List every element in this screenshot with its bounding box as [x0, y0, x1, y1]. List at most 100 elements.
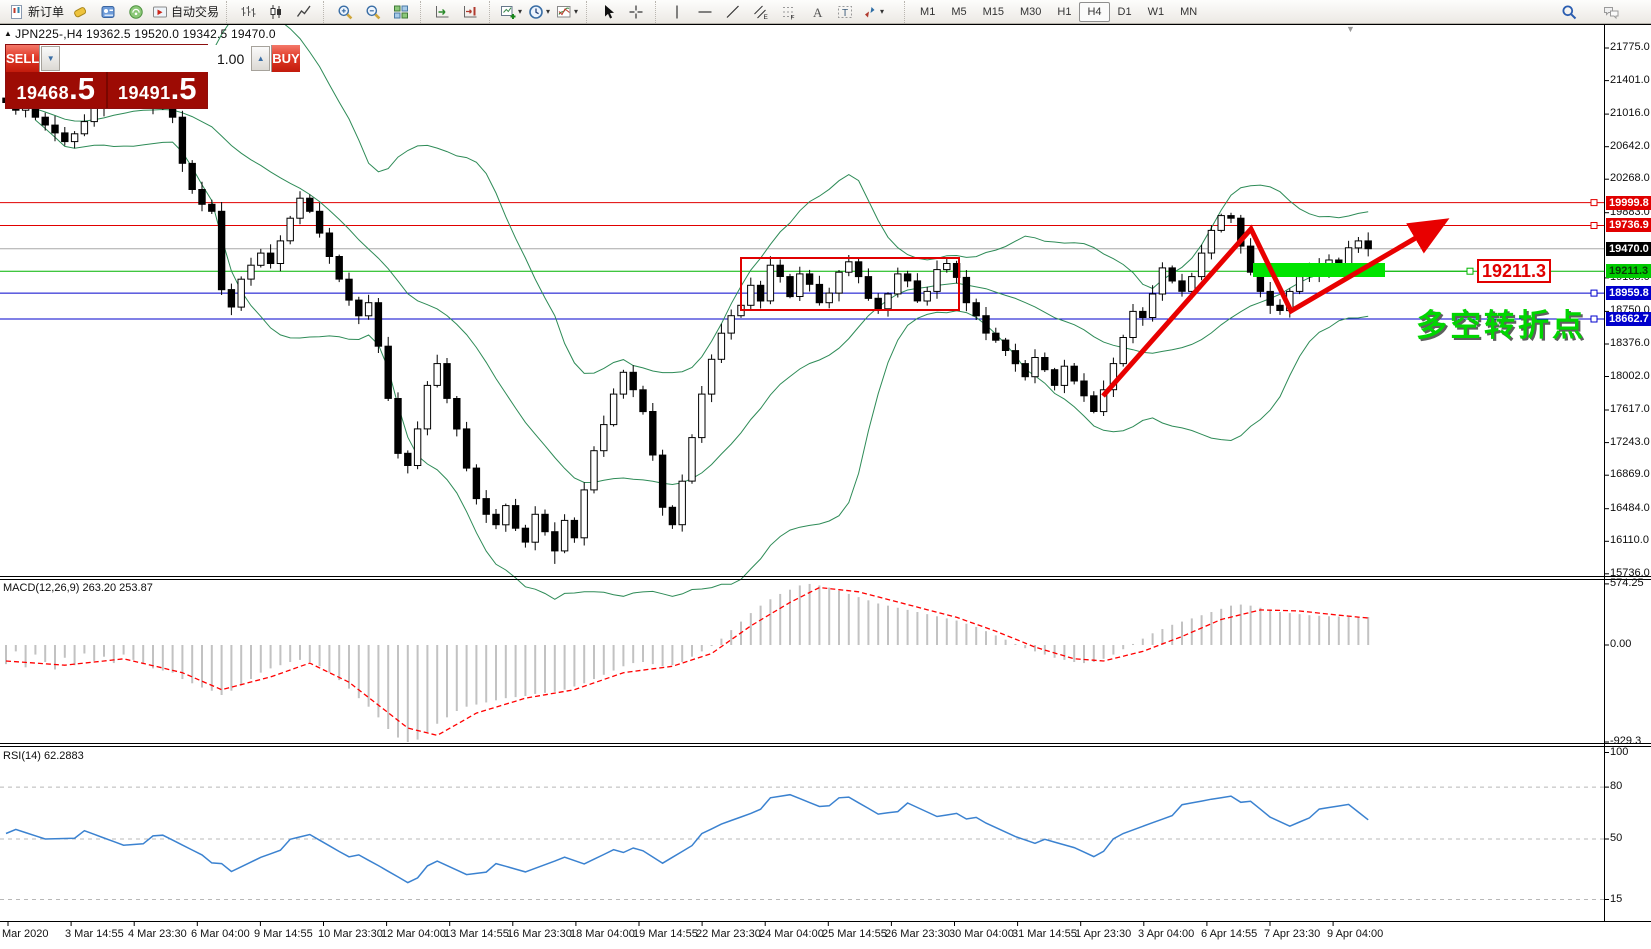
svg-text:A: A: [813, 5, 823, 20]
indicators-icon: [557, 5, 571, 17]
timeframe-D1[interactable]: D1: [1110, 2, 1140, 22]
svg-text:F: F: [791, 14, 795, 20]
axis-tick-label: 21775.0: [1610, 41, 1650, 53]
bar-chart-button[interactable]: [234, 2, 262, 22]
axis-tick-label: 21401.0: [1610, 74, 1650, 86]
zoom-out-button[interactable]: [359, 2, 387, 22]
time-axis-label: 22 Mar 23:30: [696, 928, 761, 940]
time-axis-label: 31 Mar 14:55: [1012, 928, 1077, 940]
autotrading-button[interactable]: 自动交易: [150, 2, 221, 22]
new-chart-button[interactable]: ▾: [497, 2, 525, 22]
axis-tick-label: 16484.0: [1610, 502, 1650, 514]
time-axis-label: Mar 2020: [2, 928, 49, 940]
search-button[interactable]: [1555, 2, 1583, 22]
svg-text:E: E: [764, 14, 769, 20]
new-order-icon: [11, 4, 22, 19]
dropdown-arrow-icon[interactable]: ▾: [574, 7, 578, 16]
axis-tick-label: 50: [1610, 832, 1623, 844]
axis-tick-label: 100: [1610, 746, 1629, 758]
fibonacci-button[interactable]: F: [775, 2, 803, 22]
volume-input[interactable]: [61, 45, 251, 72]
trendline-button[interactable]: [719, 2, 747, 22]
sell-price[interactable]: 19468.5: [6, 72, 108, 108]
market-button[interactable]: [94, 2, 122, 22]
line-handle[interactable]: [1466, 267, 1474, 275]
toolbar-group-4: ▾ ▾ ▾: [489, 0, 584, 23]
gold-seal-button[interactable]: [66, 2, 94, 22]
axis-tick-label: 18002.0: [1610, 370, 1650, 382]
volume-increase-button[interactable]: ▲: [251, 46, 271, 71]
timeframe-W1[interactable]: W1: [1140, 2, 1173, 22]
line-handle[interactable]: [1590, 289, 1598, 297]
chart-shift-button[interactable]: [456, 2, 484, 22]
fibonacci-icon: F: [783, 6, 795, 20]
search-icon: [1562, 5, 1577, 19]
buy-price[interactable]: 19491.5: [108, 72, 208, 108]
line-chart-button[interactable]: [290, 2, 318, 22]
cn-annotation-text[interactable]: 多空转折点: [1416, 300, 1586, 345]
volume-stepper: ▼ ▲: [40, 45, 272, 72]
volume-decrease-button[interactable]: ▼: [41, 46, 61, 71]
time-axis-label: 24 Mar 04:00: [759, 928, 824, 940]
time-axis-label: 19 Mar 14:55: [633, 928, 698, 940]
sell-button[interactable]: SELL: [6, 45, 41, 72]
crosshair-button[interactable]: [622, 2, 650, 22]
price-level-label: 18662.7: [1606, 312, 1651, 326]
buy-button[interactable]: BUY: [271, 45, 300, 72]
time-axis-label: 10 Mar 23:30: [318, 928, 383, 940]
line-handle[interactable]: [1590, 199, 1598, 207]
timeframe-MN[interactable]: MN: [1172, 2, 1205, 22]
equidistant-channel-button[interactable]: E: [747, 2, 775, 22]
signals-button[interactable]: [122, 2, 150, 22]
price-level-label: 19999.8: [1606, 196, 1651, 210]
timeframe-M15[interactable]: M15: [975, 2, 1012, 22]
line-handle[interactable]: [1590, 315, 1598, 323]
text-label-icon: T: [838, 5, 853, 19]
timeframe-H4[interactable]: H4: [1079, 1, 1110, 22]
price-callout-label[interactable]: 19211.3: [1477, 259, 1551, 283]
text-button[interactable]: A: [803, 2, 831, 22]
auto-scroll-button[interactable]: [428, 2, 456, 22]
horizontal-line-icon: [698, 10, 712, 13]
zoom-in-icon: [338, 5, 353, 19]
time-axis-label: 4 Mar 23:30: [128, 928, 187, 940]
text-label-button[interactable]: T: [831, 2, 859, 22]
timeframe-H1[interactable]: H1: [1049, 2, 1079, 22]
new-order-button[interactable]: 新订单: [7, 2, 66, 22]
timeframe-M5[interactable]: M5: [943, 2, 974, 22]
arrows-button[interactable]: ▾: [859, 2, 887, 22]
chart-scroll-marker-icon[interactable]: ▼: [1346, 24, 1355, 34]
chat-button[interactable]: [1597, 2, 1625, 22]
zoom-out-icon: [366, 5, 381, 19]
axis-tick-label: 17617.0: [1610, 403, 1650, 415]
dropdown-arrow-icon[interactable]: ▾: [518, 7, 522, 16]
axis-tick-label: 20642.0: [1610, 140, 1650, 152]
time-axis-label: 12 Mar 04:00: [381, 928, 446, 940]
candlestick-button[interactable]: [262, 2, 290, 22]
horizontal-line-button[interactable]: [691, 2, 719, 22]
dropdown-arrow-icon[interactable]: ▾: [880, 7, 884, 16]
new-chart-icon: [501, 5, 516, 19]
time-axis-label: 3 Apr 04:00: [1138, 928, 1195, 940]
timeframe-M1[interactable]: M1: [912, 2, 943, 22]
indicators-button[interactable]: ▾: [553, 2, 581, 22]
svg-text:T: T: [842, 8, 848, 19]
main-toolbar: 新订单 自动交易 ▾ ▾ ▾ E F A T ▾ M1 M5 M15 M30 H1 H4 D1 W1 MN: [0, 0, 1651, 24]
axis-tick-label: 16869.0: [1610, 468, 1650, 480]
vertical-line-button[interactable]: [663, 2, 691, 22]
profiles-clock-button[interactable]: ▾: [525, 2, 553, 22]
time-axis-label: 18 Mar 04:00: [570, 928, 635, 940]
line-handle[interactable]: [1590, 222, 1598, 229]
toolbar-group-6: E F A T ▾: [655, 0, 890, 23]
toolbar-group-3: [420, 0, 487, 23]
timeframe-toolbar: M1 M5 M15 M30 H1 H4 D1 W1 MN: [904, 0, 1208, 23]
cursor-button[interactable]: [594, 2, 622, 22]
time-axis-label: 9 Mar 14:55: [254, 928, 313, 940]
dropdown-arrow-icon[interactable]: ▾: [546, 7, 550, 16]
time-axis-label: 6 Mar 04:00: [191, 928, 250, 940]
toolbar-group-0: 新订单 自动交易: [0, 1, 224, 23]
tile-windows-button[interactable]: [387, 2, 415, 22]
window-expand-icon: ▲: [4, 29, 13, 38]
timeframe-M30[interactable]: M30: [1012, 2, 1049, 22]
zoom-in-button[interactable]: [331, 2, 359, 22]
